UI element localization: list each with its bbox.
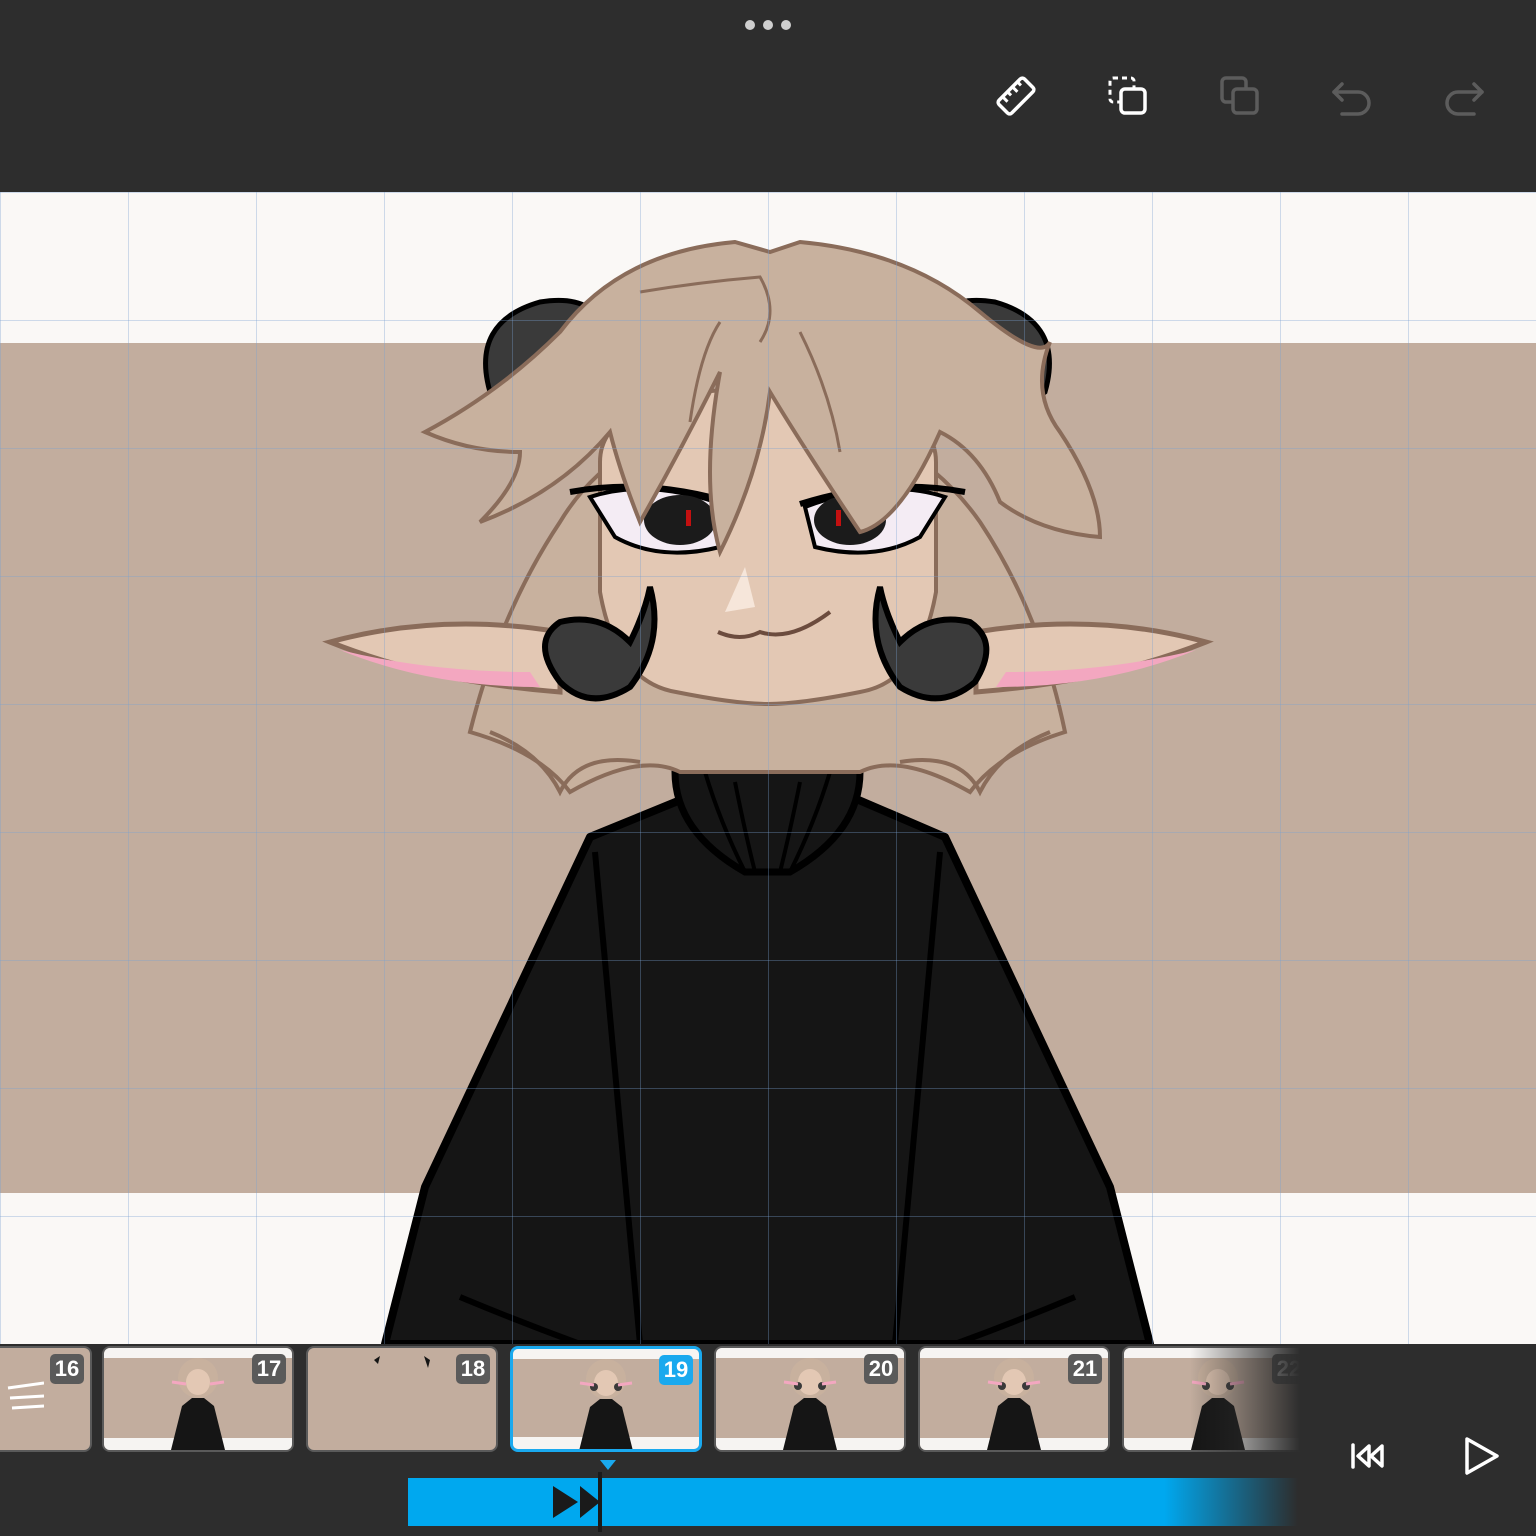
- playhead-marker[interactable]: [600, 1460, 616, 1470]
- frame-thumbnail[interactable]: 21: [918, 1346, 1110, 1452]
- frame-thumbnail[interactable]: 18: [306, 1346, 498, 1452]
- select-copy-icon: [1108, 76, 1147, 115]
- frame-preview: [987, 1358, 1041, 1450]
- play-icon: [1465, 1437, 1499, 1475]
- undo-button[interactable]: [1324, 68, 1380, 124]
- top-toolbar: [0, 0, 1536, 192]
- animation-timeline: 16 17 18 19 20 21 22: [0, 1344, 1536, 1536]
- frame-preview: [783, 1358, 837, 1450]
- ruler-button[interactable]: [988, 68, 1044, 124]
- frame-number-badge: 20: [864, 1354, 898, 1384]
- frame-number-badge: 22: [1272, 1354, 1300, 1384]
- frame-preview: [171, 1358, 225, 1450]
- play-button[interactable]: [1452, 1428, 1508, 1484]
- redo-icon: [1445, 82, 1484, 116]
- frame-number-badge: 16: [50, 1354, 84, 1384]
- frame-preview: [0, 1348, 44, 1450]
- redo-button[interactable]: [1436, 68, 1492, 124]
- frame-number-badge: 17: [252, 1354, 286, 1384]
- frame-thumbnail[interactable]: 17: [102, 1346, 294, 1452]
- duplicate-button[interactable]: [1212, 68, 1268, 124]
- frame-preview: [374, 1356, 430, 1368]
- frame-thumbnail[interactable]: 22: [1122, 1346, 1300, 1452]
- rewind-to-start-icon: [1351, 1443, 1384, 1469]
- more-options-handle[interactable]: [745, 18, 791, 32]
- frame-preview: [1191, 1358, 1245, 1450]
- audio-waveform[interactable]: [408, 1472, 1298, 1532]
- grid-overlay: [0, 192, 1536, 1344]
- drawing-canvas[interactable]: [0, 192, 1536, 1344]
- duplicate-icon: [1220, 76, 1259, 115]
- rewind-to-start-button[interactable]: [1340, 1428, 1396, 1484]
- frame-thumbnail[interactable]: 20: [714, 1346, 906, 1452]
- frame-preview: [579, 1359, 633, 1449]
- frame-number-badge: 21: [1068, 1354, 1102, 1384]
- frame-number-badge: 19: [659, 1355, 693, 1385]
- ruler-icon: [996, 76, 1036, 116]
- select-copy-button[interactable]: [1100, 68, 1156, 124]
- frame-thumbnail[interactable]: 16: [0, 1346, 92, 1452]
- frame-strip[interactable]: 16 17 18 19 20 21 22: [0, 1346, 1300, 1458]
- undo-icon: [1332, 82, 1371, 116]
- frame-thumbnail-selected[interactable]: 19: [510, 1346, 702, 1452]
- frame-number-badge: 18: [456, 1354, 490, 1384]
